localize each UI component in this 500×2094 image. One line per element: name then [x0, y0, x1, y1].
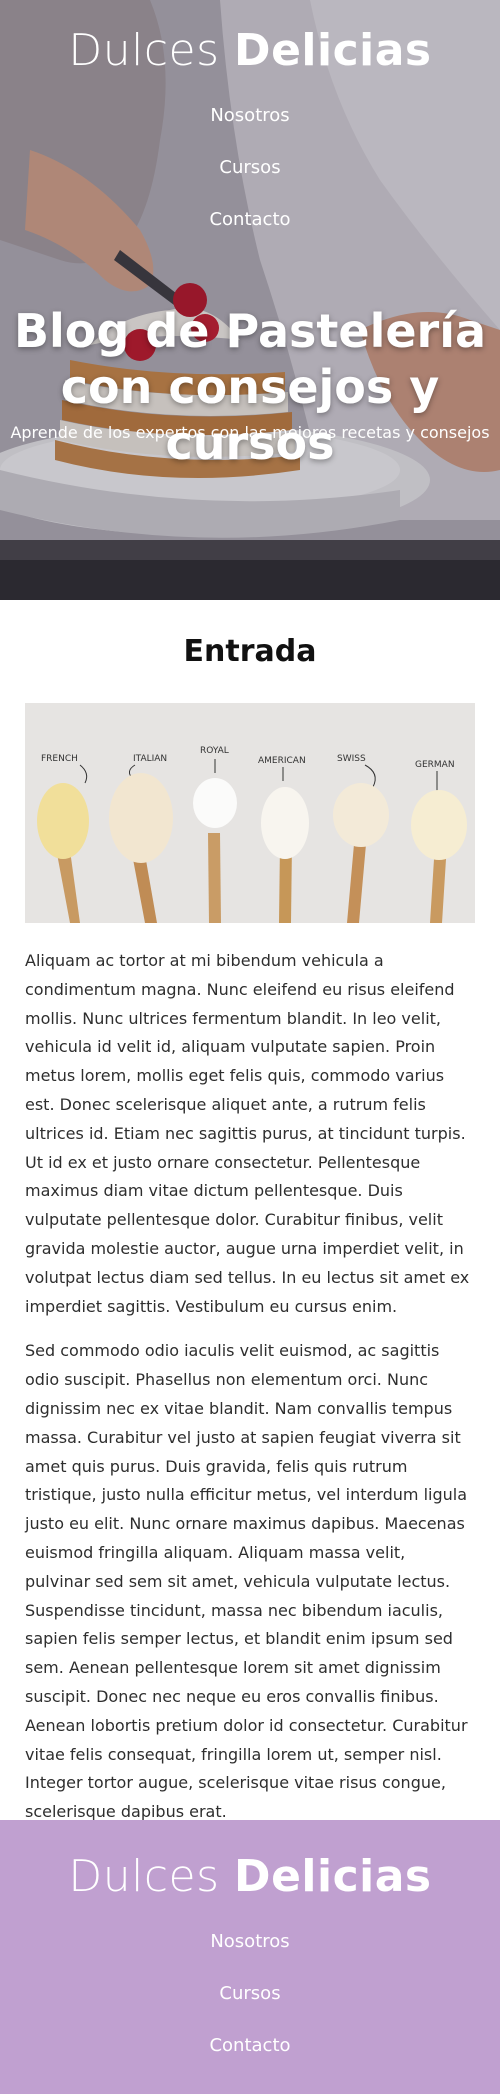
- footer-logo[interactable]: Dulces Delicias: [0, 1820, 500, 1906]
- image-label-german: GERMAN: [415, 760, 455, 770]
- entry-title: Entrada: [183, 634, 317, 669]
- footer-nav-link-contacto[interactable]: Contacto: [0, 2020, 500, 2072]
- hero-title: Blog de Pastelería con consejos y cursos: [13, 304, 487, 470]
- logo-light-text: Dulces: [68, 25, 220, 76]
- entry-image: FRENCH ITALIAN ROYAL AMERICAN SWISS GERM…: [25, 703, 475, 923]
- nav-link-nosotros[interactable]: Nosotros: [0, 90, 500, 142]
- site-logo[interactable]: Dulces Delicias: [0, 0, 500, 80]
- footer-logo-light-text: Dulces: [68, 1851, 220, 1902]
- footer-nav: Nosotros Cursos Contacto: [0, 1916, 500, 2072]
- nav-link-cursos[interactable]: Cursos: [0, 142, 500, 194]
- hero-subtitle: Aprende de los expertos con las mejores …: [10, 423, 490, 442]
- hero-header: Dulces Delicias Nosotros Cursos Contacto: [0, 0, 500, 246]
- site-footer: Dulces Delicias Nosotros Cursos Contacto: [0, 1820, 500, 2094]
- main-nav: Nosotros Cursos Contacto: [0, 90, 500, 246]
- image-label-swiss: SWISS: [337, 754, 366, 764]
- hero-section: Dulces Delicias Nosotros Cursos Contacto…: [0, 0, 500, 600]
- image-label-italian: ITALIAN: [133, 754, 167, 764]
- image-label-american: AMERICAN: [258, 756, 306, 766]
- entry-paragraph-1: Aliquam ac tortor at mi bibendum vehicul…: [25, 951, 470, 1316]
- image-label-french: FRENCH: [41, 754, 78, 764]
- nav-link-contacto[interactable]: Contacto: [0, 194, 500, 246]
- footer-nav-link-nosotros[interactable]: Nosotros: [0, 1916, 500, 1968]
- image-label-royal: ROYAL: [200, 746, 229, 756]
- logo-bold-text: Delicias: [234, 25, 432, 76]
- footer-logo-bold-text: Delicias: [234, 1851, 432, 1902]
- main-content: Entrada FRENCH ITALIAN ROYAL AMERICAN SW…: [0, 632, 500, 1827]
- entry-paragraph-2: Sed commodo odio iaculis velit euismod, …: [25, 1341, 468, 1822]
- footer-nav-link-cursos[interactable]: Cursos: [0, 1968, 500, 2020]
